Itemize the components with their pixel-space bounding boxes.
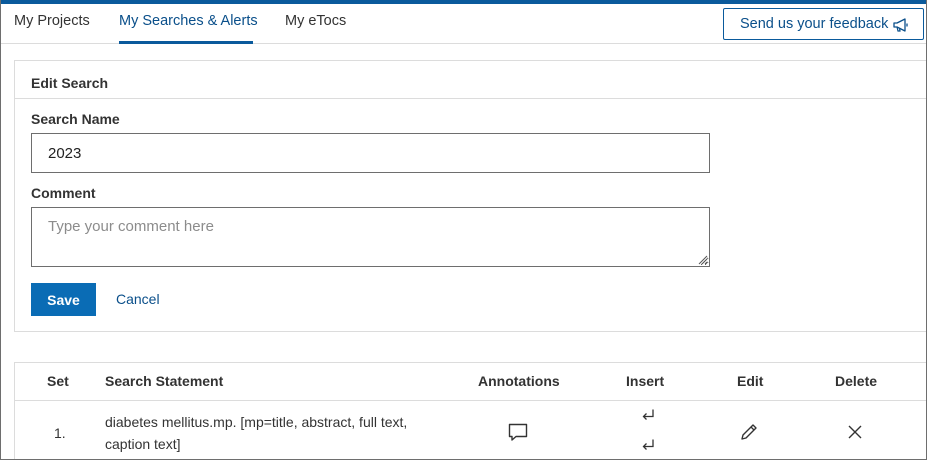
window-frame (0, 0, 927, 460)
